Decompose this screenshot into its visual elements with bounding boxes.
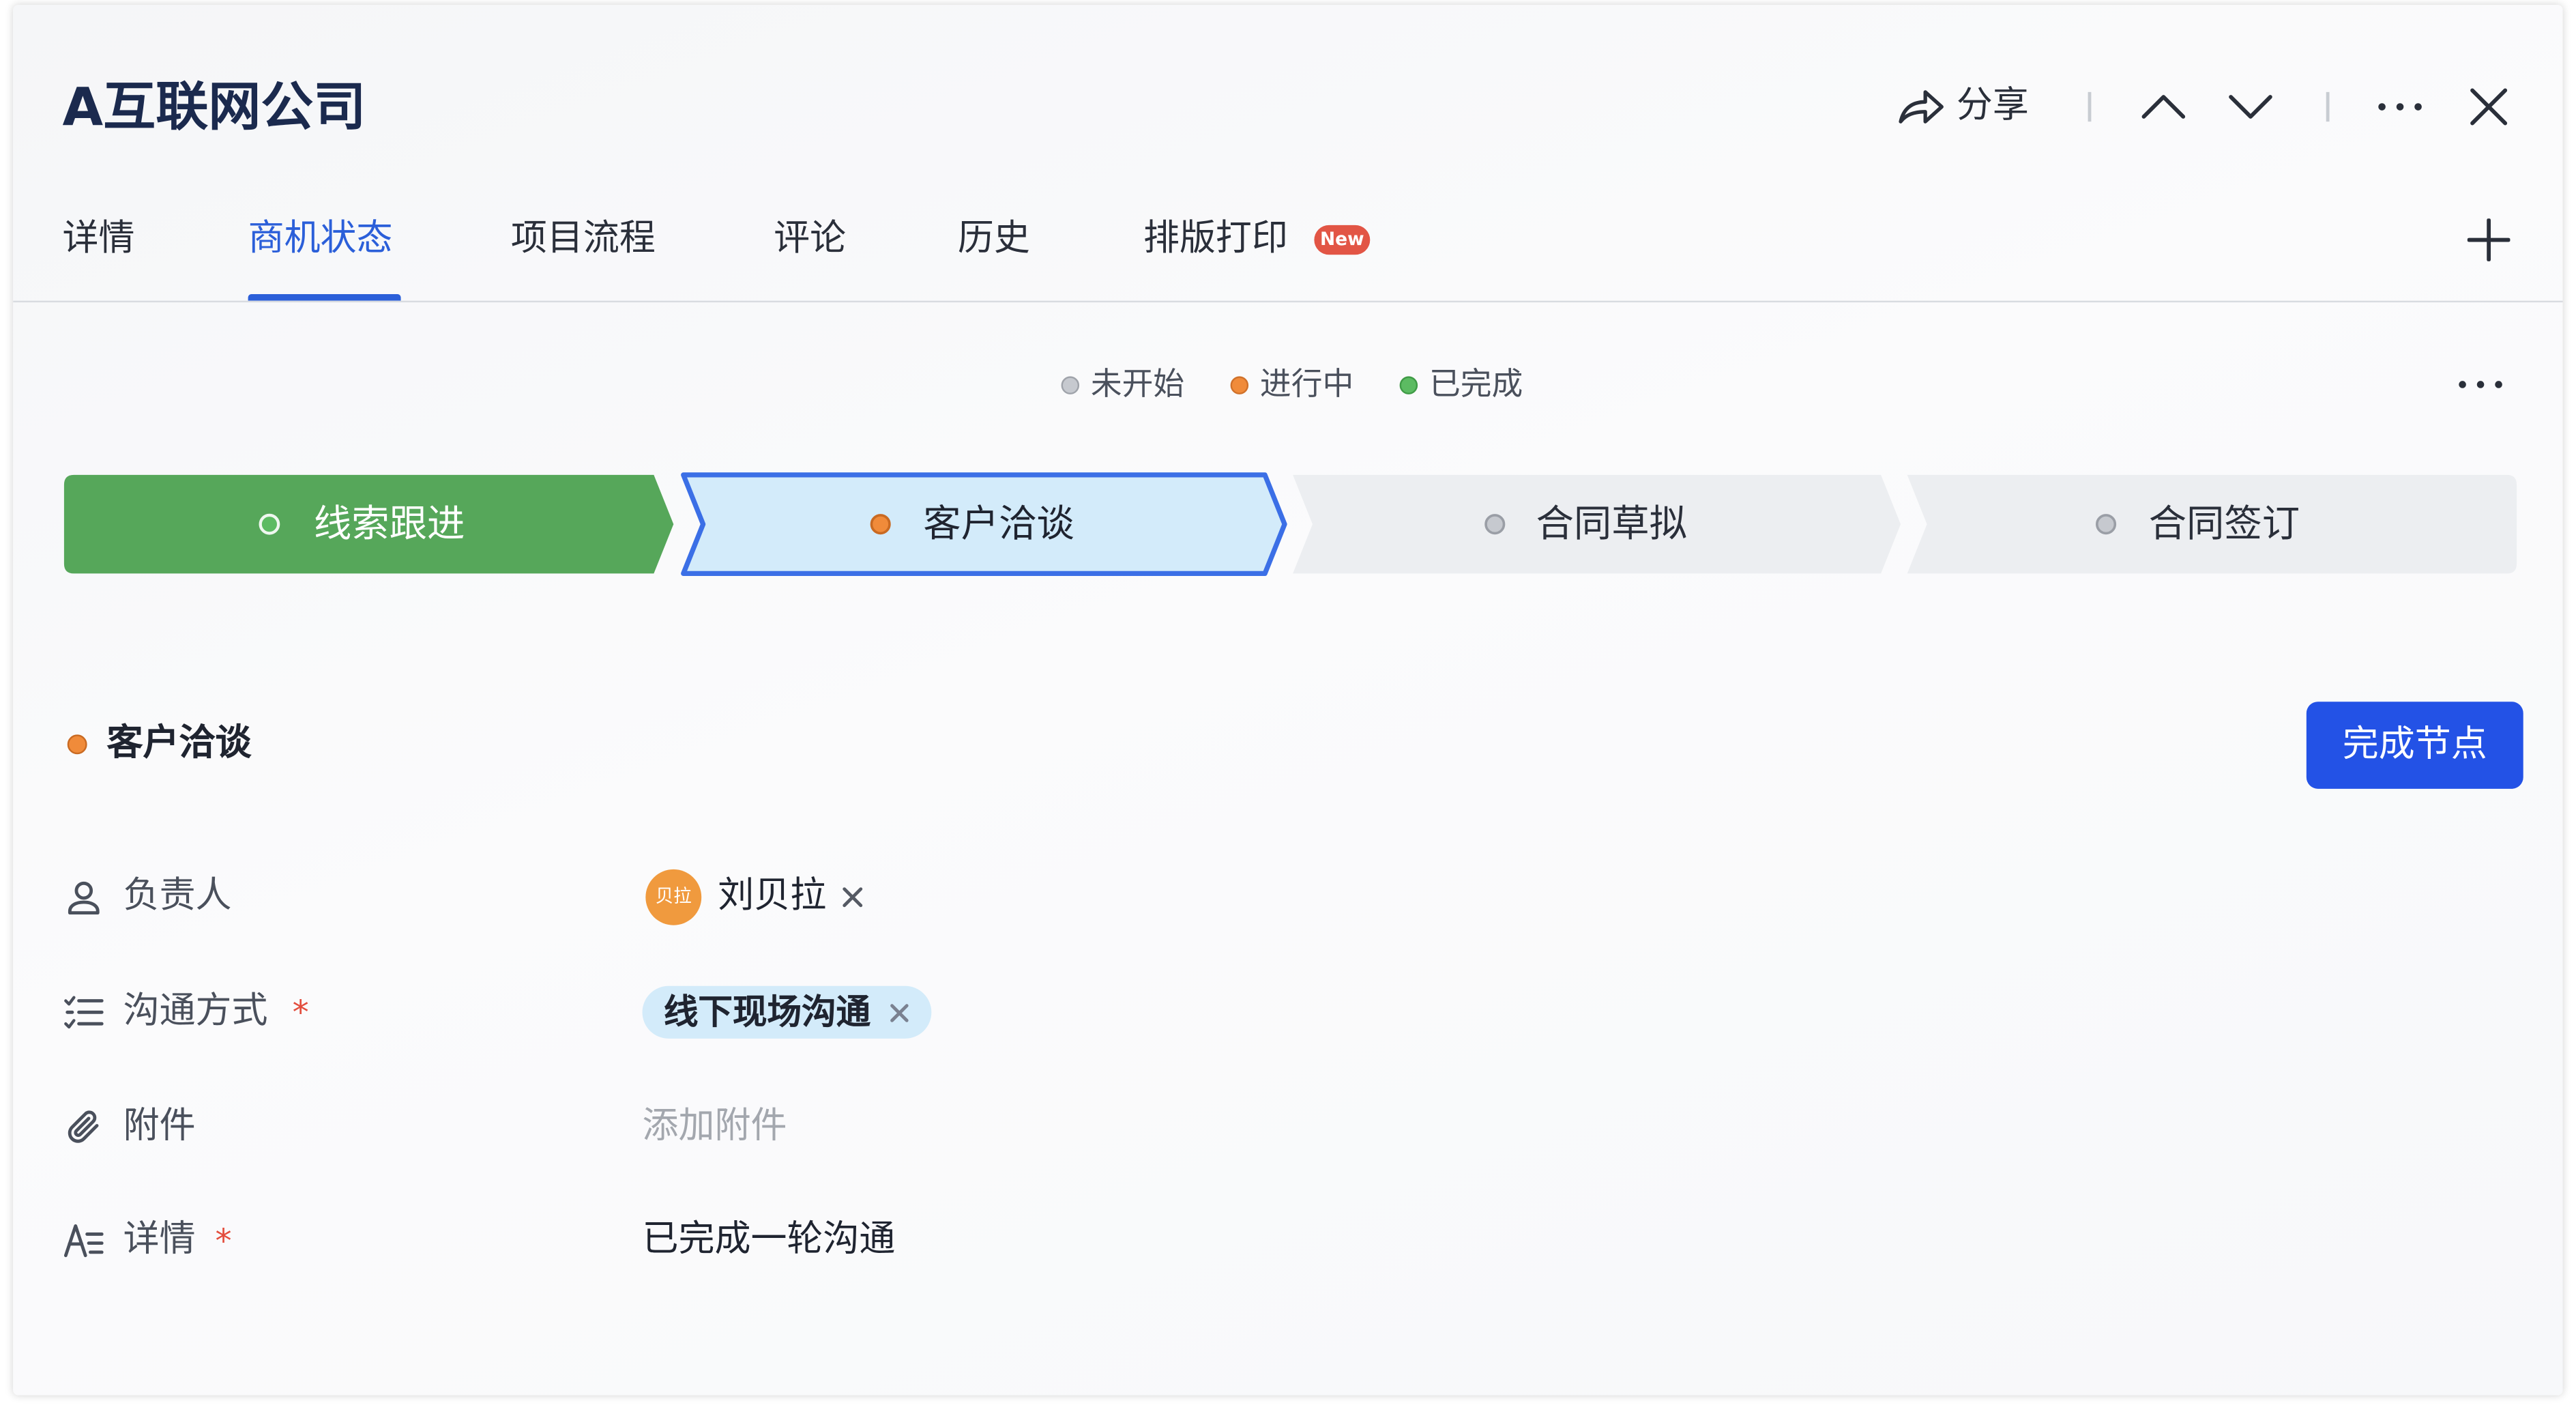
contact-method-tag[interactable]: 线下现场沟通: [642, 985, 932, 1039]
stage-status-dot: [870, 514, 891, 535]
list-icon: [64, 996, 104, 1029]
tab-history[interactable]: 历史: [958, 221, 1030, 258]
header-divider: [2326, 91, 2329, 122]
remove-tag-icon[interactable]: [889, 1002, 910, 1023]
details-value[interactable]: 已完成一轮沟通: [643, 1222, 896, 1259]
header-divider: [2088, 91, 2091, 122]
plus-icon[interactable]: [2467, 218, 2511, 261]
complete-node-button[interactable]: 完成节点: [2306, 702, 2523, 789]
stage-status-dot: [1484, 514, 1506, 535]
current-stage-title: 客户洽谈: [106, 723, 252, 764]
share-button-label[interactable]: 分享: [1957, 88, 2029, 125]
stage-contract-draft[interactable]: 合同草拟: [1293, 474, 1901, 574]
user-icon: [68, 881, 100, 915]
page-title: A互联网公司: [62, 75, 366, 139]
stage-label: 合同签订: [2149, 502, 2300, 546]
stage-lead-followup[interactable]: 线索跟进: [63, 474, 674, 574]
paperclip-icon: [68, 1110, 99, 1143]
add-attachment-link[interactable]: 添加附件: [643, 1108, 787, 1145]
stage-label: 客户洽谈: [923, 502, 1074, 546]
chevron-down-icon[interactable]: [2227, 90, 2273, 123]
owner-label: 负责人: [123, 876, 232, 917]
opportunity-detail-panel: A互联网公司 分享 详情 商机状态 项目流程 评论 历史 排版打印 New 未开…: [0, 0, 2576, 1413]
tab-comments[interactable]: 评论: [774, 221, 846, 258]
stage-label: 线索跟进: [314, 502, 465, 546]
tab-opportunity-status[interactable]: 商机状态: [248, 221, 393, 258]
more-icon[interactable]: [2375, 98, 2425, 115]
current-stage-dot: [67, 734, 87, 755]
attachment-label: 附件: [123, 1106, 196, 1147]
owner-name[interactable]: 刘贝拉: [718, 878, 826, 915]
legend-label-completed: 已完成: [1429, 365, 1523, 402]
new-badge: New: [1314, 225, 1371, 255]
stage-status-dot: [2096, 514, 2117, 535]
stage-status-dot: [259, 513, 280, 535]
contact-method-tag-text: 线下现场沟通: [663, 992, 871, 1032]
tab-details[interactable]: 详情: [63, 221, 135, 258]
remove-owner-icon[interactable]: [841, 886, 864, 909]
active-tab-indicator: [248, 294, 401, 301]
stage-label: 合同草拟: [1536, 502, 1687, 546]
tab-layout-print[interactable]: 排版打印: [1143, 221, 1288, 258]
more-icon[interactable]: [2457, 376, 2503, 392]
text-format-icon: [63, 1224, 104, 1258]
details-label: 详情: [123, 1219, 196, 1260]
stage-progress-bar: 线索跟进 客户洽谈 合同草拟 合同签订: [63, 472, 2517, 577]
required-mark: *: [215, 1221, 232, 1260]
required-mark: *: [292, 992, 309, 1033]
legend-label-in-progress: 进行中: [1259, 365, 1354, 402]
stage-customer-negotiation[interactable]: 客户洽谈: [681, 472, 1287, 577]
legend-label-not-started: 未开始: [1090, 365, 1185, 402]
tabs-divider: [13, 300, 2563, 303]
close-icon[interactable]: [2469, 87, 2508, 127]
panel-card: [13, 5, 2563, 1396]
share-icon[interactable]: [1896, 84, 1945, 130]
chevron-up-icon[interactable]: [2141, 90, 2186, 123]
avatar: 贝拉: [645, 869, 702, 925]
stage-contract-signing[interactable]: 合同签订: [1907, 474, 2517, 574]
tab-project-flow[interactable]: 项目流程: [511, 221, 656, 258]
contact-method-label: 沟通方式: [123, 991, 268, 1033]
